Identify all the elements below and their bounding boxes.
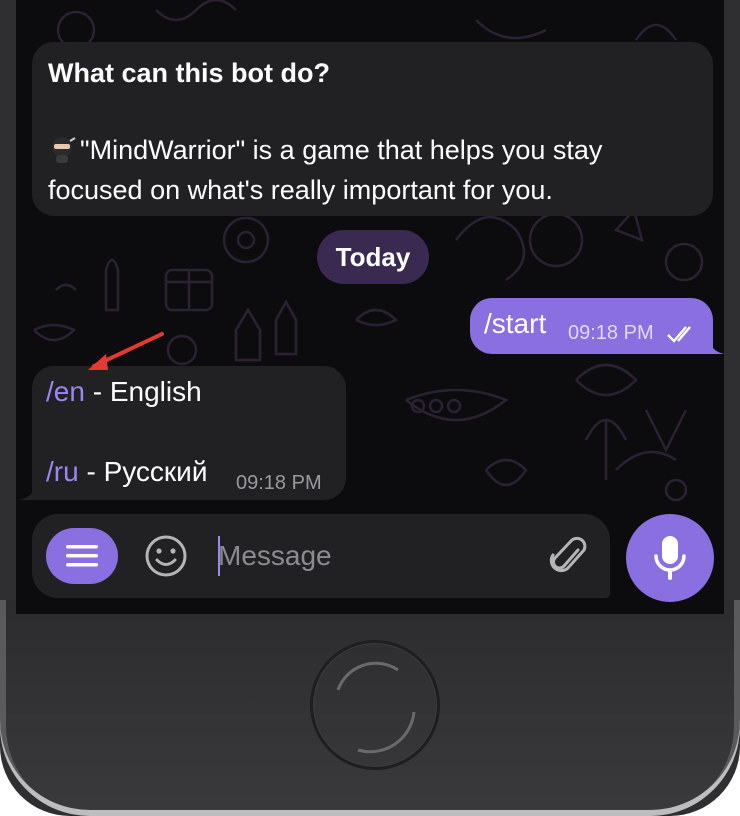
bot-menu-button[interactable] (46, 528, 118, 584)
voice-record-button[interactable] (626, 514, 714, 602)
incoming-message-time: 09:18 PM (236, 472, 322, 494)
message-composer (32, 514, 610, 598)
bot-info-description: "MindWarrior" is a game that helps you s… (48, 130, 688, 210)
text-caret (218, 536, 220, 576)
command-link-en[interactable]: /en (46, 376, 85, 407)
outgoing-message: /start 09:18 PM (470, 298, 725, 354)
command-link-ru[interactable]: /ru (46, 456, 79, 487)
bot-info-title: What can this bot do? (48, 58, 330, 88)
date-separator: Today (317, 230, 429, 284)
incoming-message: /en - English /ru - Русский 09:18 PM (18, 366, 346, 500)
smile-icon[interactable] (144, 534, 188, 578)
annotation-arrow-icon (88, 332, 164, 370)
home-button-reflection (336, 661, 416, 754)
double-check-icon (667, 326, 691, 343)
message-input[interactable] (218, 536, 518, 576)
bot-info-text: "MindWarrior" is a game that helps you s… (48, 135, 603, 205)
microphone-icon (654, 536, 686, 580)
bubble-tail (709, 338, 725, 354)
outgoing-message-time: 09:18 PM (568, 322, 654, 344)
menu-icon (66, 545, 98, 567)
language-label-russian: - Русский (78, 456, 208, 487)
language-label-english: - English (84, 376, 202, 407)
bubble-tail (18, 482, 36, 500)
bot-info-bubble: What can this bot do? "MindWarrior" is a… (32, 42, 713, 216)
language-option-russian: /ru - Русский (46, 456, 207, 488)
language-option-english: /en - English (46, 376, 202, 408)
outgoing-message-text: /start (484, 308, 547, 339)
ninja-emoji-icon (52, 137, 76, 163)
paperclip-icon[interactable] (548, 534, 588, 578)
